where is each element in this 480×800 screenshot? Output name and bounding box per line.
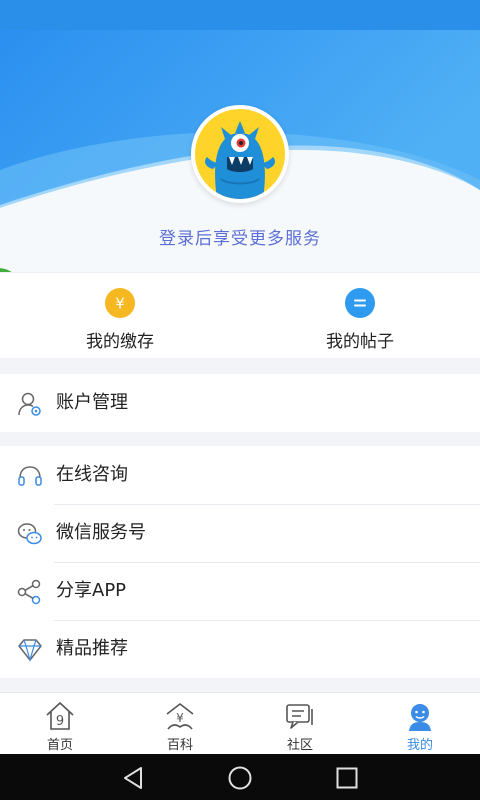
- wechat-service-label: 微信服务号: [56, 522, 146, 543]
- menu-section: 在线咨询 微信服务号 分享APP 精品推荐: [0, 446, 480, 678]
- share-app-item[interactable]: 分享APP: [0, 562, 480, 620]
- tab-community-label: 社区: [286, 738, 313, 753]
- account-management-label: 账户管理: [56, 392, 128, 413]
- recents-square-icon[interactable]: [334, 765, 360, 791]
- wechat-icon: [17, 523, 42, 545]
- tab-encyclopedia-label: 百科: [166, 738, 193, 753]
- tab-profile[interactable]: 我的: [360, 693, 480, 755]
- my-deposit-button[interactable]: ¥ 我的缴存: [0, 273, 240, 359]
- tab-home-label: 首页: [46, 738, 73, 753]
- home-icon: 9: [46, 702, 74, 730]
- featured-recommend-item[interactable]: 精品推荐: [0, 620, 480, 678]
- my-posts-button[interactable]: 我的帖子: [240, 273, 480, 359]
- home-circle-icon[interactable]: [227, 765, 253, 791]
- post-bubble-icon: [345, 288, 375, 318]
- status-bar: [0, 0, 480, 30]
- my-posts-label: 我的帖子: [326, 332, 394, 352]
- wechat-service-item[interactable]: 微信服务号: [0, 504, 480, 562]
- monster-avatar-icon: [205, 121, 275, 199]
- encyclopedia-icon: ¥: [166, 703, 194, 730]
- quick-actions: ¥ 我的缴存 我的帖子: [0, 272, 480, 358]
- tab-community[interactable]: 社区: [240, 693, 360, 755]
- user-gear-icon: [18, 392, 41, 416]
- tab-profile-label: 我的: [406, 738, 433, 753]
- online-consult-item[interactable]: 在线咨询: [0, 446, 480, 504]
- yen-coin-icon: ¥: [105, 288, 135, 318]
- system-nav-bar: [0, 754, 480, 800]
- diamond-icon: [18, 639, 42, 663]
- profile-header: 登录后享受更多服务: [0, 30, 480, 272]
- my-deposit-label: 我的缴存: [86, 332, 154, 352]
- account-management-item[interactable]: 账户管理: [0, 374, 480, 432]
- tab-encyclopedia[interactable]: ¥ 百科: [120, 693, 240, 755]
- featured-recommend-label: 精品推荐: [56, 638, 128, 659]
- online-consult-label: 在线咨询: [56, 464, 128, 485]
- svg-text:¥: ¥: [176, 711, 184, 725]
- tab-home[interactable]: 9 首页: [0, 693, 120, 755]
- share-icon: [17, 579, 41, 605]
- back-icon[interactable]: [121, 765, 147, 791]
- profile-icon: [409, 704, 431, 731]
- bottom-tab-bar: 9 首页 ¥ 百科 社区 我的: [0, 692, 480, 754]
- community-icon: [286, 704, 313, 729]
- headset-icon: [18, 466, 42, 486]
- svg-text:9: 9: [56, 714, 64, 729]
- share-app-label: 分享APP: [56, 580, 127, 601]
- user-avatar[interactable]: [191, 105, 289, 203]
- account-section: 账户管理: [0, 374, 480, 432]
- login-prompt[interactable]: 登录后享受更多服务: [0, 224, 480, 249]
- svg-text:¥: ¥: [115, 295, 125, 313]
